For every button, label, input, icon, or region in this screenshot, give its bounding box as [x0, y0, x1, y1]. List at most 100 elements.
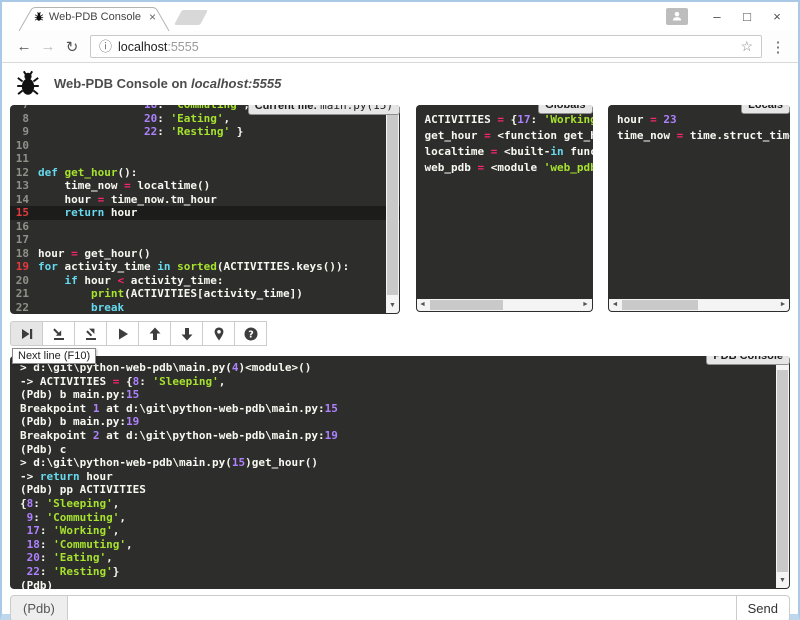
where-button[interactable] [202, 321, 235, 346]
scroll-left-icon[interactable]: ◄ [417, 299, 429, 311]
continue-button[interactable] [106, 321, 139, 346]
next-line-button[interactable] [10, 321, 43, 346]
new-tab-button[interactable] [174, 10, 208, 25]
output-line: 9: 'Commuting', [20, 511, 780, 525]
command-input-row: (Pdb) Send [10, 595, 790, 620]
back-icon[interactable]: ← [12, 38, 36, 55]
scroll-down-icon[interactable]: ▼ [386, 299, 399, 312]
line-number: 9 [10, 125, 38, 139]
code-line: 20 if hour < activity_time: [10, 274, 400, 288]
line-number: 10 [10, 139, 38, 153]
pdb-console-panel: PDB Console > d:\git\python-web-pdb\main… [10, 356, 790, 589]
arrow-up-icon [147, 326, 163, 342]
scroll-down-icon[interactable]: ▼ [776, 574, 789, 587]
command-input[interactable] [67, 595, 737, 620]
code-line: 9 22: 'Resting' } [10, 125, 400, 139]
log-out-icon [83, 326, 99, 342]
step-forward-icon [19, 326, 35, 342]
console-view[interactable]: > d:\git\python-web-pdb\main.py(4)<modul… [10, 356, 790, 589]
output-line: ACTIVITIES = {17: 'Working', 18: 'Commut… [425, 112, 584, 128]
output-line: (Pdb) [20, 579, 780, 590]
output-line: (Pdb) pp ACTIVITIES [20, 483, 780, 497]
globals-view[interactable]: ACTIVITIES = {17: 'Working', 18: 'Commut… [416, 105, 593, 183]
output-line: localtime = <built-in function localtime… [425, 144, 584, 160]
page-title: Web-PDB Console on localhost:5555 [54, 76, 281, 91]
output-line: (Pdb) b main.py:19 [20, 415, 780, 429]
bug-favicon [34, 10, 44, 23]
output-line: {8: 'Sleeping', [20, 497, 780, 511]
breakpoint-line-number: 15 [10, 206, 38, 220]
browser-tab[interactable]: Web-PDB Console on loc × [18, 7, 170, 31]
code-line: 13 time_now = localtime() [10, 179, 400, 193]
code-scrollbar[interactable]: ▼ [386, 106, 399, 313]
return-button[interactable] [74, 321, 107, 346]
console-scrollbar[interactable]: ▲ ▼ [776, 357, 789, 588]
close-button[interactable]: × [762, 3, 792, 29]
bookmark-star-icon[interactable]: ☆ [740, 38, 753, 55]
code-line: 17 [10, 233, 400, 247]
question-sign-icon: ? [243, 326, 259, 342]
globals-scrollbar[interactable]: ◄ ► [417, 299, 592, 311]
line-number: 11 [10, 152, 38, 166]
output-line: time_now = time.struct_time(tm_year=2017… [617, 128, 781, 144]
maximize-button[interactable]: □ [732, 3, 762, 29]
step-into-button[interactable] [42, 321, 75, 346]
locals-panel: Locals hour = 23time_now = time.struct_t… [608, 105, 790, 312]
scroll-left-icon[interactable]: ◄ [609, 299, 621, 311]
scroll-right-icon[interactable]: ► [777, 299, 789, 311]
up-stack-button[interactable] [138, 321, 171, 346]
output-line: -> ACTIVITIES = {8: 'Sleeping', [20, 375, 780, 389]
output-line: hour = 23 [617, 112, 781, 128]
code-line: 14 hour = time_now.tm_hour [10, 193, 400, 207]
code-view[interactable]: 7 18: 'Commuting',8 20: 'Eating',9 22: '… [10, 105, 400, 314]
code-line: 18hour = get_hour() [10, 247, 400, 261]
refresh-icon[interactable]: ↻ [60, 38, 84, 56]
tooltip: Next line (F10) [12, 348, 96, 364]
output-line: > d:\git\python-web-pdb\main.py(4)<modul… [20, 361, 780, 375]
panels-row: Current file: main.py(15) 7 18: 'Commuti… [10, 105, 790, 314]
scroll-right-icon[interactable]: ► [580, 299, 592, 311]
code-line: 11 [10, 152, 400, 166]
minimize-button[interactable]: – [702, 3, 732, 29]
line-number: 18 [10, 247, 38, 261]
send-button[interactable]: Send [737, 595, 790, 620]
play-icon [115, 326, 131, 342]
current-file-tab: Current file: main.py(15) [248, 105, 400, 115]
down-stack-button[interactable] [170, 321, 203, 346]
current-file-panel: Current file: main.py(15) 7 18: 'Commuti… [10, 105, 400, 314]
code-line: 21 print(ACTIVITIES[activity_time]) [10, 287, 400, 301]
output-line: web_pdb = <module 'web_pdb' from 'D:\git… [425, 160, 584, 176]
output-line: (Pdb) b main.py:15 [20, 388, 780, 402]
code-line: 22 break [10, 301, 400, 315]
forward-icon[interactable]: → [36, 38, 60, 55]
line-number: 14 [10, 193, 38, 207]
globals-tab: Globals [538, 105, 592, 114]
code-line: 10 [10, 139, 400, 153]
globals-panel: Globals ACTIVITIES = {17: 'Working', 18:… [416, 105, 593, 312]
prompt-label: (Pdb) [10, 595, 67, 620]
page-header: Web-PDB Console on localhost:5555 [2, 63, 798, 103]
output-line: 22: 'Resting'} [20, 565, 780, 579]
line-number: 8 [10, 112, 38, 126]
browser-menu-icon[interactable]: ⋮ [768, 38, 788, 56]
locals-scrollbar[interactable]: ◄ ► [609, 299, 789, 311]
output-line: Breakpoint 2 at d:\git\python-web-pdb\ma… [20, 429, 780, 443]
address-bar[interactable]: ⓘ localhost:5555 ☆ [90, 35, 762, 58]
line-number: 13 [10, 179, 38, 193]
tab-close-icon[interactable]: × [149, 11, 156, 23]
line-number: 20 [10, 274, 38, 288]
browser-window: { "browser": { "tab_title": "Web-PDB Con… [0, 0, 800, 620]
line-number: 16 [10, 220, 38, 234]
tab-title: Web-PDB Console on loc [49, 11, 144, 23]
person-icon [671, 10, 683, 22]
browser-tabstrip: Web-PDB Console on loc × – □ × [2, 2, 798, 31]
line-number: 21 [10, 287, 38, 301]
bug-logo-icon [16, 69, 40, 97]
breakpoint-line-number: 19 [10, 260, 38, 274]
output-line: 20: 'Eating', [20, 551, 780, 565]
arrow-down-icon [179, 326, 195, 342]
code-line: 16 [10, 220, 400, 234]
help-button[interactable]: ? [234, 321, 267, 346]
page-info-icon[interactable]: ⓘ [99, 40, 112, 53]
profile-button[interactable] [666, 8, 688, 25]
